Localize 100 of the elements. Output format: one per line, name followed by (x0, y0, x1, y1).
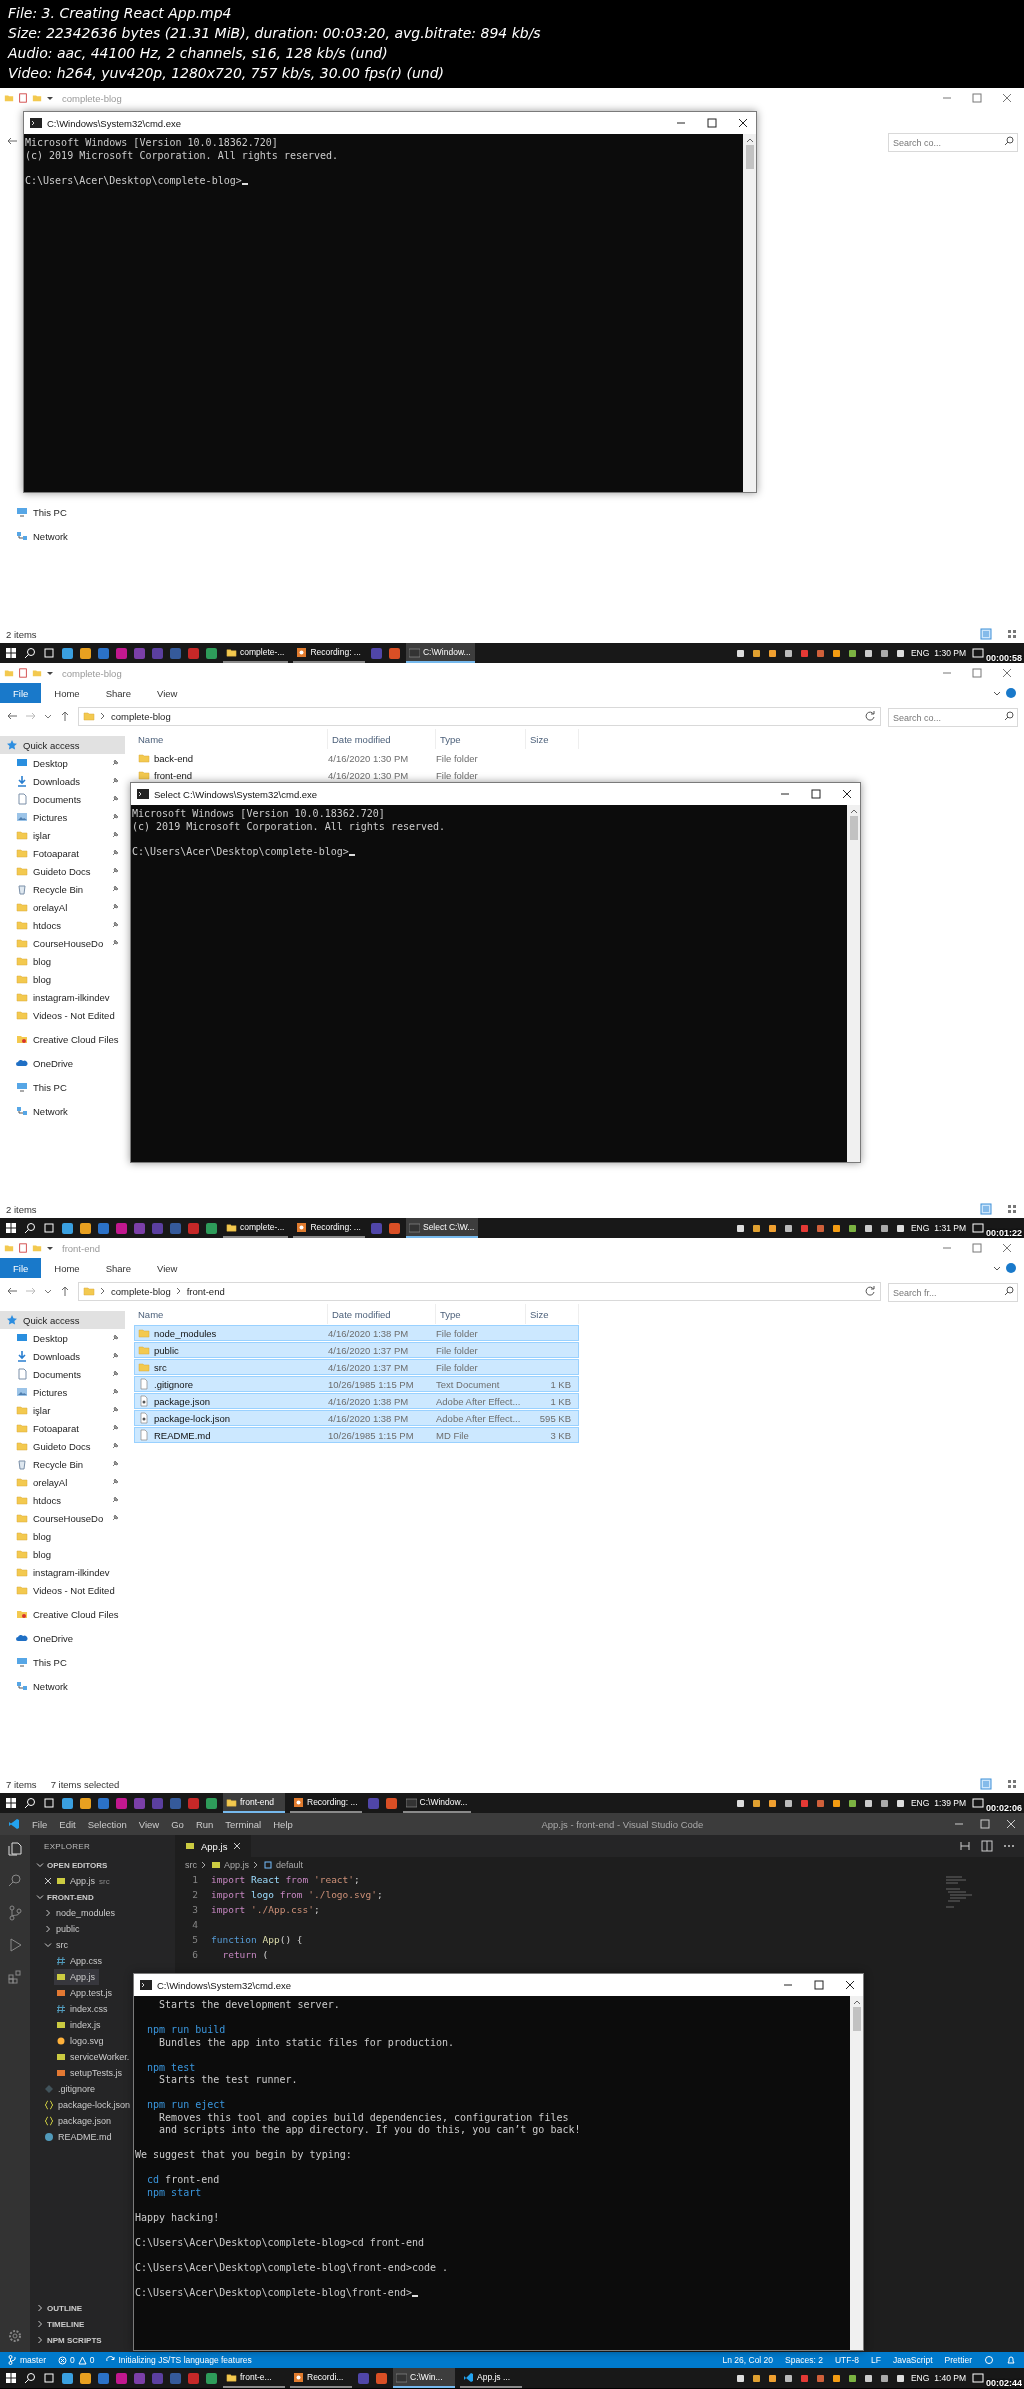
app-icon[interactable] (205, 1796, 218, 1810)
sidebar-item[interactable]: blog (0, 952, 125, 970)
tray-icon[interactable] (894, 1797, 906, 1809)
sidebar-item[interactable]: Videos - Not Edited (0, 1006, 125, 1024)
taskbar-window[interactable]: C:\Window... (405, 643, 475, 663)
menu-item[interactable]: Edit (53, 1813, 82, 1835)
sidebar-item[interactable]: Guideto Docs (0, 862, 125, 880)
menu-item[interactable]: View (132, 1813, 166, 1835)
bell-icon[interactable] (1006, 2355, 1016, 2365)
tree-item[interactable]: src (42, 1937, 72, 1953)
sidebar-item[interactable]: blog (0, 1545, 125, 1563)
section-header[interactable]: TIMELINE (30, 2316, 91, 2332)
tiles-view-icon[interactable] (1006, 1203, 1018, 1215)
sidebar-item[interactable]: Downloads (0, 772, 125, 790)
column-header[interactable]: Size (526, 1304, 579, 1324)
sidebar-item[interactable]: Videos - Not Edited (0, 1581, 125, 1599)
tray-icon[interactable] (750, 647, 762, 659)
ribbon-tab[interactable]: Home (41, 1258, 93, 1278)
app-icon[interactable] (375, 2371, 388, 2385)
column-header[interactable]: Type (436, 1304, 526, 1324)
app-icon[interactable] (205, 1221, 218, 1235)
app-icon[interactable] (97, 2371, 110, 2385)
section-header[interactable]: OUTLINE (30, 2300, 89, 2316)
column-header[interactable]: Date modified (328, 1304, 436, 1324)
ribbon-tab[interactable]: View (144, 683, 191, 703)
notification-icon[interactable] (971, 1797, 985, 1809)
file-row[interactable]: package-lock.json 4/16/2020 1:38 PM Adobe After Effect... 595 KB (134, 1410, 579, 1426)
tray-icon[interactable] (734, 1222, 746, 1234)
notification-icon[interactable] (971, 1222, 985, 1234)
tiles-view-icon[interactable] (1006, 1778, 1018, 1790)
refresh-icon[interactable] (864, 1285, 876, 1297)
tray-icon[interactable] (878, 2372, 890, 2384)
menu-item[interactable]: Go (165, 1813, 190, 1835)
file-tab[interactable]: File (0, 1258, 42, 1278)
language-indicator[interactable]: ENG (910, 1798, 930, 1808)
tray-icon[interactable] (878, 647, 890, 659)
sidebar-item[interactable]: Network (0, 1102, 125, 1120)
sidebar-item[interactable]: Recycle Bin (0, 880, 125, 898)
tree-item[interactable]: index.js (54, 2017, 105, 2033)
problems-status[interactable]: 0 0 (58, 2355, 95, 2365)
search-field[interactable]: Search fr... (888, 1283, 1018, 1302)
search-icon[interactable] (23, 1796, 37, 1810)
sidebar-item[interactable]: CourseHouseDo (0, 934, 125, 952)
tray-icon[interactable] (830, 1797, 842, 1809)
tray-icon[interactable] (782, 1222, 794, 1234)
breadcrumb[interactable]: front-end (186, 1285, 225, 1297)
tree-item[interactable]: setupTests.js (54, 2065, 127, 2081)
sidebar-item[interactable]: htdocs (0, 1491, 125, 1509)
tree-item[interactable]: .gitignore (42, 2081, 100, 2097)
source-control-icon[interactable] (7, 1905, 23, 1921)
tray-icon[interactable] (750, 1797, 762, 1809)
scrollbar-thumb[interactable] (745, 145, 754, 169)
task-view-icon[interactable] (42, 1796, 56, 1810)
back-icon[interactable] (6, 710, 18, 722)
search-field[interactable]: Search co... (888, 133, 1018, 152)
search-icon[interactable] (23, 646, 37, 660)
sidebar-item[interactable]: işlar (0, 826, 125, 844)
sidebar-item[interactable]: Fotoaparat (0, 1419, 125, 1437)
tray-icon[interactable] (830, 1222, 842, 1234)
breadcrumb[interactable]: src (185, 1859, 197, 1870)
section-header[interactable]: FRONT-END (30, 1889, 100, 1905)
clock[interactable]: 1:31 PM (934, 1223, 966, 1233)
sidebar-item[interactable]: Desktop (0, 1329, 125, 1347)
tree-item[interactable]: public (42, 1921, 84, 1937)
sidebar-item[interactable]: Documents (0, 1365, 125, 1383)
tray-icon[interactable] (782, 1797, 794, 1809)
taskbar-window[interactable]: front-end (223, 1793, 285, 1813)
menu-item[interactable]: File (26, 1813, 54, 1835)
sidebar-item[interactable]: htdocs (0, 916, 125, 934)
status-item[interactable]: Spaces: 2 (785, 2355, 823, 2365)
tray-icon[interactable] (734, 1797, 746, 1809)
tray-icon[interactable] (878, 1222, 890, 1234)
sidebar-item[interactable]: CourseHouseDo (0, 1509, 125, 1527)
file-tab[interactable]: File (0, 683, 42, 703)
column-header[interactable]: Type (436, 729, 526, 749)
sidebar-item[interactable]: OneDrive (0, 1054, 125, 1072)
breadcrumb[interactable]: complete-blog (111, 1285, 171, 1297)
tray-icon[interactable] (750, 2372, 762, 2384)
settings-icon[interactable] (7, 2328, 23, 2344)
sidebar-item[interactable]: This PC (0, 503, 125, 521)
sidebar-item[interactable]: Network (0, 527, 125, 545)
file-row[interactable]: front-end 4/16/2020 1:30 PM File folder (134, 767, 579, 783)
tree-item[interactable]: serviceWorker. (54, 2049, 134, 2065)
back-icon[interactable] (6, 135, 18, 147)
ribbon-tab[interactable]: Home (41, 683, 93, 703)
menu-item[interactable]: Run (189, 1813, 220, 1835)
ribbon-tab[interactable]: View (144, 1258, 191, 1278)
sidebar-item[interactable]: işlar (0, 1401, 125, 1419)
tray-icon[interactable] (734, 647, 746, 659)
back-icon[interactable] (6, 1285, 18, 1297)
breadcrumb[interactable]: App.js (211, 1859, 249, 1870)
sidebar-item[interactable]: blog (0, 970, 125, 988)
status-item[interactable]: Prettier (944, 2355, 972, 2365)
tray-icon[interactable] (782, 2372, 794, 2384)
tray-icon[interactable] (734, 2372, 746, 2384)
search-field[interactable]: Search co... (888, 708, 1018, 727)
ribbon-tab[interactable]: Share (92, 683, 144, 703)
app-icon[interactable] (97, 646, 110, 660)
app-icon[interactable] (97, 1796, 110, 1810)
app-icon[interactable] (61, 1221, 74, 1235)
